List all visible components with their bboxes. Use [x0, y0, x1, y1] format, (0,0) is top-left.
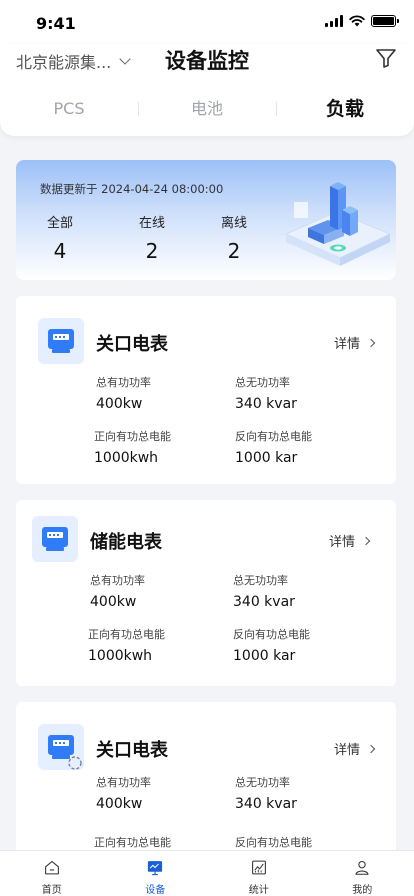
metric-reverse-energy: 反向有功总电能	[235, 834, 312, 850]
stat-online: 在线 2	[122, 212, 182, 263]
metric-active-power: 总有功功率 400kw	[90, 572, 145, 610]
nav-label: 设备	[145, 885, 166, 896]
metric-reactive-power: 总无功功率 340 kvar	[235, 774, 297, 812]
metric-reverse-energy: 反向有功总电能 1000 kar	[233, 626, 310, 664]
nav-devices[interactable]: 设备	[104, 851, 208, 896]
detail-link[interactable]: 详情	[334, 333, 376, 352]
nav-profile[interactable]: 我的	[311, 851, 414, 896]
header: 北京能源集... 设备监控 PCS 电池 负载	[0, 44, 414, 136]
device-card[interactable]: 关口电表 详情 总有功功率 400kw 总无功功率 340 kvar 正向有功总…	[16, 702, 396, 862]
detail-label: 详情	[334, 337, 361, 352]
tab-pcs[interactable]: PCS	[0, 92, 138, 126]
metric-value: 1000 kar	[233, 648, 296, 664]
tab-divider	[276, 102, 277, 116]
detail-link[interactable]: 详情	[334, 739, 376, 758]
loading-spinner-icon	[68, 756, 82, 770]
tab-battery[interactable]: 电池	[138, 92, 276, 126]
page-title: 设备监控	[165, 49, 249, 73]
nav-statistics[interactable]: 统计	[207, 851, 311, 896]
metric-value: 340 kvar	[235, 396, 297, 412]
stat-label: 在线	[138, 216, 165, 231]
metric-reverse-energy: 反向有功总电能 1000 kar	[235, 428, 312, 466]
bottom-nav: 首页 设备 统计 我的	[0, 850, 414, 896]
device-name: 储能电表	[90, 532, 162, 553]
building-illustration-icon	[284, 182, 392, 266]
device-name: 关口电表	[96, 334, 168, 355]
stat-all: 全部 4	[30, 212, 90, 263]
tab-load[interactable]: 负载	[276, 92, 414, 126]
meter-icon	[32, 516, 78, 562]
summary-card: 数据更新于 2024-04-24 08:00:00 全部 4 在线 2 离线 2	[16, 160, 396, 280]
metric-value: 1000kwh	[94, 450, 159, 466]
nav-home[interactable]: 首页	[0, 851, 104, 896]
metric-value: 400kw	[96, 796, 143, 812]
metric-label: 反向有功总电能	[235, 836, 312, 849]
home-icon	[44, 860, 59, 875]
metric-value: 340 kvar	[233, 594, 295, 610]
detail-label: 详情	[329, 535, 356, 550]
status-time: 9:41	[36, 14, 76, 33]
metric-active-power: 总有功功率 400kw	[96, 374, 151, 412]
device-card[interactable]: 储能电表 详情 总有功功率 400kw 总无功功率 340 kvar 正向有功总…	[16, 500, 396, 686]
nav-label: 首页	[41, 885, 62, 896]
battery-icon	[371, 15, 399, 27]
metric-active-power: 总有功功率 400kw	[96, 774, 151, 812]
user-icon	[355, 860, 369, 875]
metric-label: 正向有功总电能	[94, 430, 171, 443]
status-icons	[325, 15, 399, 27]
stat-value: 4	[53, 239, 67, 263]
metric-reactive-power: 总无功功率 340 kvar	[235, 374, 297, 412]
metric-forward-energy: 正向有功总电能 1000kwh	[88, 626, 165, 664]
tab-bar: PCS 电池 负载	[0, 92, 414, 126]
stat-label: 全部	[46, 216, 73, 231]
chevron-right-icon	[366, 744, 376, 753]
monitor-icon	[148, 861, 163, 876]
chart-icon	[251, 860, 266, 875]
stat-offline: 离线 2	[204, 212, 264, 263]
meter-icon	[38, 318, 84, 364]
metric-label: 正向有功总电能	[94, 836, 171, 849]
chevron-right-icon	[361, 536, 371, 545]
stat-value: 2	[227, 239, 241, 263]
tab-divider	[138, 102, 139, 116]
metric-value: 1000 kar	[235, 450, 298, 466]
stat-label: 离线	[220, 216, 247, 231]
metric-forward-energy: 正向有功总电能	[94, 834, 171, 850]
detail-label: 详情	[334, 743, 361, 758]
metric-forward-energy: 正向有功总电能 1000kwh	[94, 428, 171, 466]
metric-label: 反向有功总电能	[233, 628, 310, 641]
device-name: 关口电表	[96, 740, 168, 761]
metric-value: 400kw	[96, 396, 143, 412]
cellular-signal-icon	[325, 15, 343, 27]
metric-label: 总有功功率	[90, 574, 145, 587]
update-time: 数据更新于 2024-04-24 08:00:00	[40, 182, 224, 196]
device-card[interactable]: 关口电表 详情 总有功功率 400kw 总无功功率 340 kvar 正向有功总…	[16, 296, 396, 484]
metric-reactive-power: 总无功功率 340 kvar	[233, 572, 295, 610]
metric-label: 总有功功率	[96, 376, 151, 389]
filter-icon[interactable]	[374, 46, 398, 70]
metric-label: 总无功功率	[235, 376, 290, 389]
nav-label: 我的	[352, 885, 373, 896]
metric-label: 反向有功总电能	[235, 430, 312, 443]
stat-value: 2	[145, 239, 159, 263]
metric-label: 总无功功率	[233, 574, 288, 587]
metric-value: 340 kvar	[235, 796, 297, 812]
detail-link[interactable]: 详情	[329, 531, 371, 550]
metric-value: 400kw	[90, 594, 137, 610]
wifi-icon	[349, 15, 365, 27]
metric-value: 1000kwh	[88, 648, 153, 664]
metric-label: 正向有功总电能	[88, 628, 165, 641]
nav-label: 统计	[248, 885, 269, 896]
status-bar: 9:41	[0, 0, 414, 44]
metric-label: 总无功功率	[235, 776, 290, 789]
metric-label: 总有功功率	[96, 776, 151, 789]
chevron-right-icon	[366, 338, 376, 347]
